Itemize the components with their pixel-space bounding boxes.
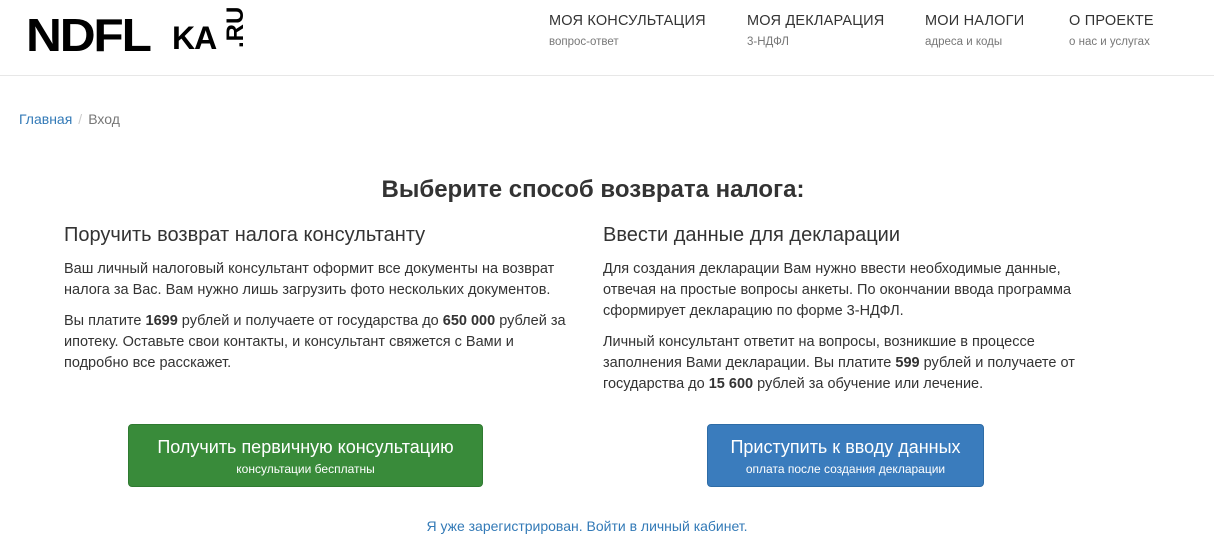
nav-item-my-declaration[interactable]: Моя декларация 3-НДФЛ	[747, 13, 884, 48]
price-value: 1699	[145, 313, 178, 329]
nav-title: Моя консультация	[549, 13, 706, 29]
get-consultation-button[interactable]: Получить первичную консультацию консульт…	[128, 424, 483, 487]
consultant-option-description: Ваш личный налоговый консультант оформит…	[64, 261, 555, 298]
pricing-text: Вы платите	[64, 313, 146, 329]
refund-amount: 650 000	[442, 313, 496, 329]
button-label: Получить первичную консультацию	[157, 437, 454, 457]
button-label: Приступить к вводу данных	[730, 437, 961, 457]
nav-title: О проекте	[1069, 13, 1154, 29]
button-sublabel: консультации бесплатны	[236, 462, 375, 476]
pricing-text: рублей за обучение или лечение.	[753, 376, 984, 392]
button-sublabel: оплата после создания декларации	[745, 462, 946, 476]
self-entry-option-description: Для создания декларации Вам нужно ввести…	[603, 261, 1072, 319]
self-entry-option-pricing: Личный консультант ответит на вопросы, в…	[603, 332, 1113, 395]
breadcrumb: Главная / Вход	[19, 111, 120, 127]
breadcrumb-home-link[interactable]: Главная	[19, 111, 72, 127]
nav-item-my-taxes[interactable]: Мои налоги адреса и коды	[925, 13, 1024, 48]
start-data-entry-button[interactable]: Приступить к вводу данных оплата после с…	[707, 424, 984, 487]
self-entry-option: Ввести данные для декларации Для создани…	[603, 224, 1113, 405]
consultant-option-pricing: Вы платите 1699 рублей и получаете от го…	[64, 311, 569, 374]
logo-sub-text: KA	[172, 20, 217, 56]
nav-title: Моя декларация	[747, 13, 885, 29]
self-entry-option-heading: Ввести данные для декларации	[603, 224, 901, 246]
nav-subtitle: о нас и услугах	[1069, 36, 1150, 48]
nav-item-my-consultation[interactable]: Моя консультация вопрос-ответ	[549, 13, 706, 48]
nav-subtitle: вопрос-ответ	[549, 36, 619, 48]
breadcrumb-separator: /	[78, 111, 83, 127]
login-link[interactable]: Я уже зарегистрирован. Войти в личный ка…	[0, 518, 1174, 534]
consultant-option-heading: Поручить возврат налога консультанту	[64, 224, 426, 246]
nav-subtitle: адреса и коды	[925, 36, 1003, 48]
page-title: Выберите способ возврата налога:	[381, 176, 805, 203]
consultant-option: Поручить возврат налога консультанту Ваш…	[64, 224, 569, 384]
refund-amount: 15 600	[708, 376, 754, 392]
site-header: NDFL KA .RU Моя консультация вопрос-отве…	[0, 0, 1214, 76]
logo-tld-text: .RU	[222, 6, 249, 48]
logo-main-text: NDFL	[26, 9, 152, 61]
price-value: 599	[895, 355, 920, 371]
pricing-text: рублей и получаете от государства до	[177, 313, 443, 329]
nav-item-about[interactable]: О проекте о нас и услугах	[1069, 13, 1154, 48]
nav-title: Мои налоги	[925, 13, 1025, 29]
nav-subtitle: 3-НДФЛ	[747, 36, 789, 48]
breadcrumb-current: Вход	[88, 111, 120, 127]
